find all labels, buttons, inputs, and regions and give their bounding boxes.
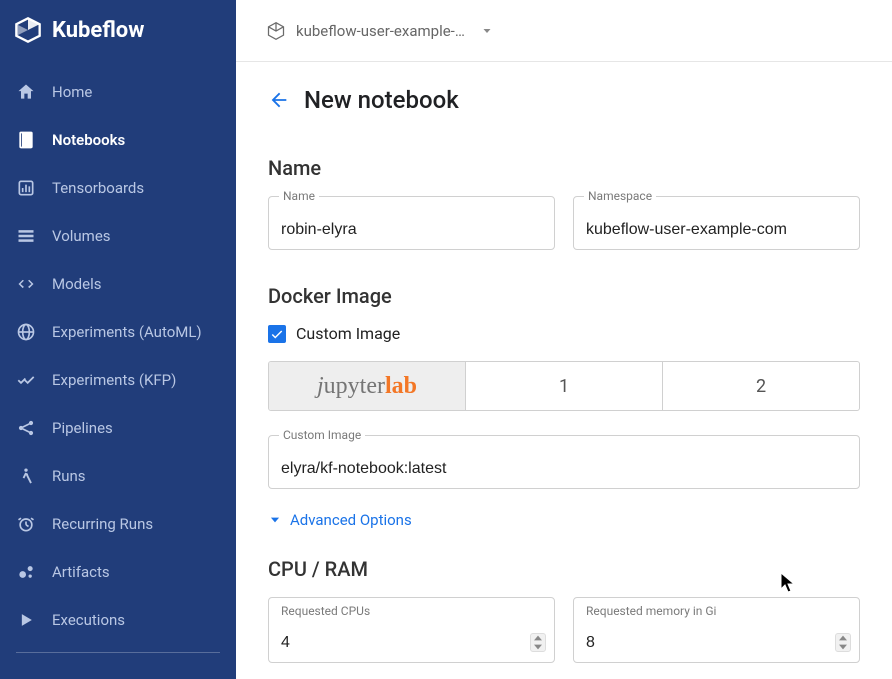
- sidebar: Kubeflow Home Notebooks Tensorboards Vol…: [0, 0, 236, 679]
- checkbox-checked-icon[interactable]: [268, 325, 286, 343]
- clock-icon: [16, 514, 36, 534]
- tab-jupyterlab[interactable]: jupyterlab: [269, 362, 466, 410]
- sidebar-item-runs[interactable]: Runs: [0, 452, 236, 500]
- sidebar-item-label: Recurring Runs: [52, 515, 153, 533]
- home-icon: [16, 82, 36, 102]
- requested-memory-field[interactable]: Requested memory in Gi: [573, 597, 860, 663]
- back-arrow-icon[interactable]: [268, 89, 290, 111]
- requested-memory-label: Requested memory in Gi: [586, 604, 716, 618]
- custom-image-input[interactable]: [281, 460, 847, 478]
- main: kubeflow-user-example-c... New notebook …: [236, 0, 892, 679]
- namespace-field-label: Namespace: [584, 189, 656, 203]
- check-all-icon: [16, 370, 36, 390]
- sidebar-item-executions[interactable]: Executions: [0, 596, 236, 644]
- memory-spinner: [835, 633, 851, 652]
- globe-icon: [16, 322, 36, 342]
- sidebar-item-recurring-runs[interactable]: Recurring Runs: [0, 500, 236, 548]
- jupyterlab-logo-icon: jupyterlab: [317, 373, 417, 400]
- cpus-spinner: [530, 633, 546, 652]
- content: New notebook Name Name Namespace Docker …: [236, 62, 892, 679]
- kubeflow-logo-icon: [14, 16, 42, 44]
- advanced-options-toggle[interactable]: Advanced Options: [268, 511, 860, 529]
- sidebar-item-label: Models: [52, 275, 101, 293]
- section-title-docker: Docker Image: [268, 284, 860, 308]
- requested-cpus-label: Requested CPUs: [281, 604, 370, 618]
- custom-image-field-wrapper[interactable]: Custom Image: [268, 435, 860, 489]
- sidebar-item-label: Notebooks: [52, 131, 125, 149]
- share-icon: [16, 418, 36, 438]
- requested-memory-input[interactable]: [586, 634, 835, 652]
- sidebar-item-label: Artifacts: [52, 563, 110, 581]
- section-title-name: Name: [268, 156, 860, 180]
- book-icon: [16, 130, 36, 150]
- sidebar-item-artifacts[interactable]: Artifacts: [0, 548, 236, 596]
- requested-cpus-input[interactable]: [281, 634, 530, 652]
- play-icon: [16, 610, 36, 630]
- name-field-label: Name: [279, 189, 319, 203]
- sidebar-item-label: Volumes: [52, 227, 111, 245]
- sidebar-item-label: Executions: [52, 611, 125, 629]
- tab-second[interactable]: 1: [466, 362, 663, 410]
- sidebar-item-label: Runs: [52, 467, 86, 485]
- run-icon: [16, 466, 36, 486]
- cpu-row: Requested CPUs Requested memory in Gi: [268, 597, 860, 663]
- topbar: kubeflow-user-example-c...: [236, 0, 892, 62]
- chevron-down-icon: [268, 513, 282, 527]
- section-title-cpu: CPU / RAM: [268, 557, 860, 581]
- custom-image-field-label: Custom Image: [279, 428, 365, 442]
- nav: Home Notebooks Tensorboards Volumes Mode…: [0, 68, 236, 661]
- sidebar-item-models[interactable]: Models: [0, 260, 236, 308]
- sidebar-item-label: Tensorboards: [52, 179, 144, 197]
- sidebar-item-label: Pipelines: [52, 419, 113, 437]
- sidebar-item-label: Experiments (AutoML): [52, 323, 202, 341]
- sidebar-item-label: Experiments (KFP): [52, 371, 176, 389]
- nav-separator: [16, 652, 220, 653]
- spinner-down-icon[interactable]: [531, 643, 545, 651]
- sidebar-item-pipelines[interactable]: Pipelines: [0, 404, 236, 452]
- sidebar-item-notebooks[interactable]: Notebooks: [0, 116, 236, 164]
- name-row: Name Namespace: [268, 196, 860, 250]
- custom-image-row: Custom Image: [268, 435, 860, 489]
- image-type-tabs: jupyterlab 1 2: [268, 361, 860, 411]
- namespace-selector-text[interactable]: kubeflow-user-example-c...: [296, 22, 471, 40]
- bubble-chart-icon: [16, 562, 36, 582]
- sidebar-item-tensorboards[interactable]: Tensorboards: [0, 164, 236, 212]
- custom-image-checkbox-row[interactable]: Custom Image: [268, 324, 860, 343]
- page-title-row: New notebook: [268, 86, 860, 114]
- brand-text: Kubeflow: [52, 18, 144, 43]
- namespace-input[interactable]: [586, 221, 847, 239]
- list-icon: [16, 226, 36, 246]
- custom-image-checkbox-label: Custom Image: [296, 324, 400, 343]
- page-title: New notebook: [304, 86, 459, 114]
- sidebar-item-label: Home: [52, 83, 92, 101]
- sidebar-item-experiments-automl[interactable]: Experiments (AutoML): [0, 308, 236, 356]
- spinner-up-icon[interactable]: [836, 634, 850, 642]
- chart-icon: [16, 178, 36, 198]
- tab-third[interactable]: 2: [663, 362, 859, 410]
- sidebar-item-volumes[interactable]: Volumes: [0, 212, 236, 260]
- spinner-up-icon[interactable]: [531, 634, 545, 642]
- cube-icon: [266, 21, 286, 41]
- advanced-options-label: Advanced Options: [290, 511, 412, 529]
- sidebar-item-home[interactable]: Home: [0, 68, 236, 116]
- name-field-wrapper[interactable]: Name: [268, 196, 555, 250]
- namespace-field-wrapper[interactable]: Namespace: [573, 196, 860, 250]
- spinner-down-icon[interactable]: [836, 643, 850, 651]
- requested-cpus-field[interactable]: Requested CPUs: [268, 597, 555, 663]
- name-input[interactable]: [281, 221, 542, 239]
- brand-row: Kubeflow: [0, 0, 236, 68]
- code-icon: [16, 274, 36, 294]
- chevron-down-icon[interactable]: [481, 25, 493, 37]
- sidebar-item-experiments-kfp[interactable]: Experiments (KFP): [0, 356, 236, 404]
